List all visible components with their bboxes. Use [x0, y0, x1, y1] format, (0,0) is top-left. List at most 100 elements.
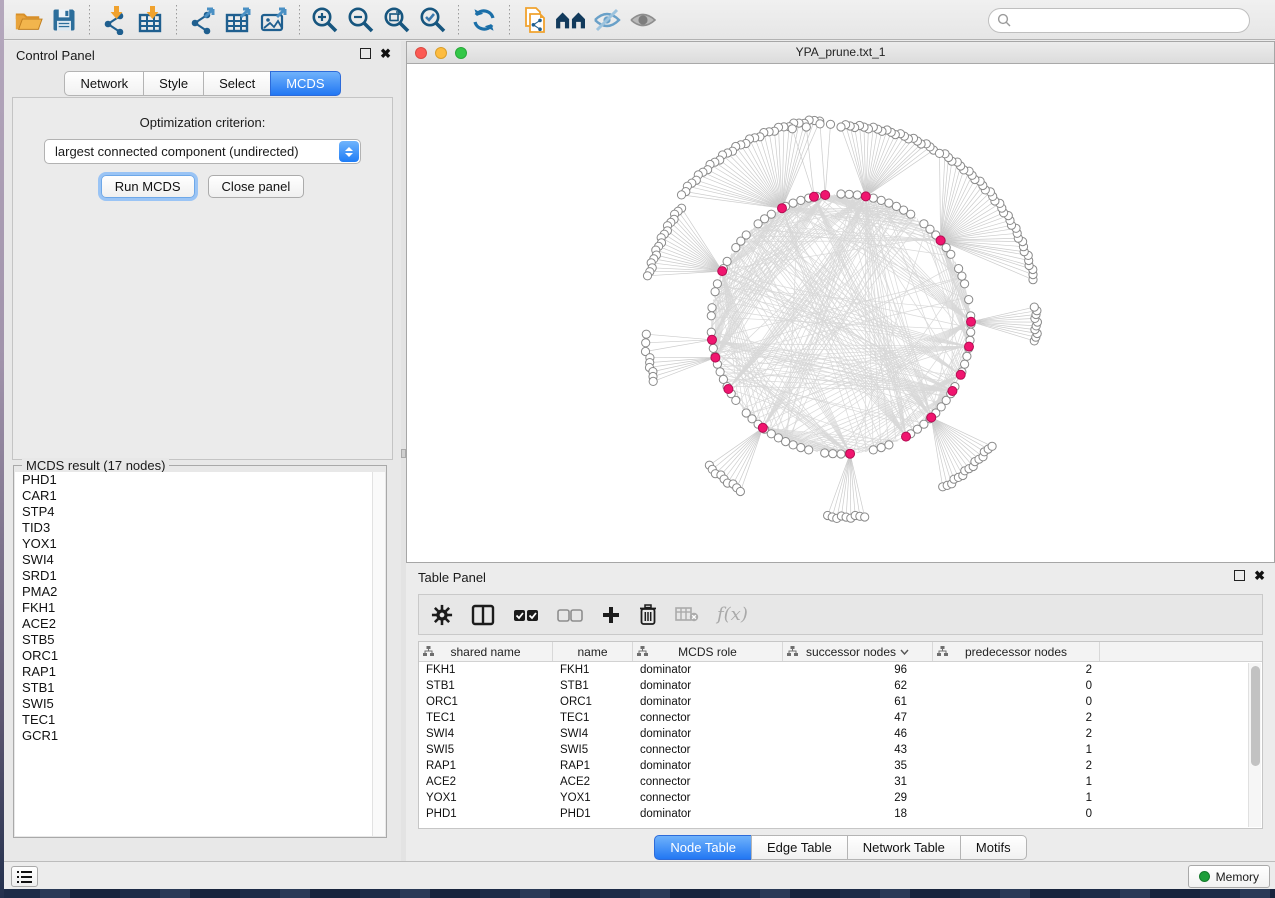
- deselect-all-icon[interactable]: [557, 607, 583, 623]
- mcds-result-item[interactable]: STB1: [15, 680, 372, 696]
- import-network-icon[interactable]: [98, 4, 132, 36]
- mcds-result-item[interactable]: YOX1: [15, 536, 372, 552]
- optimization-criterion-label: Optimization criterion:: [13, 115, 392, 130]
- add-icon[interactable]: [601, 605, 621, 625]
- cell-successor-nodes: 29: [783, 790, 933, 806]
- run-mcds-button[interactable]: Run MCDS: [101, 175, 195, 198]
- mcds-result-item[interactable]: STB5: [15, 632, 372, 648]
- close-panel-button[interactable]: Close panel: [208, 175, 305, 198]
- memory-status-icon: [1199, 871, 1210, 882]
- zoom-selected-icon[interactable]: [416, 4, 450, 36]
- mcds-list-scrollbar[interactable]: [372, 472, 385, 836]
- close-panel-icon[interactable]: ✖: [380, 48, 391, 59]
- tab-motifs[interactable]: Motifs: [960, 835, 1027, 860]
- table-row[interactable]: RAP1RAP1dominator352: [419, 758, 1262, 774]
- table-row[interactable]: FKH1FKH1dominator962: [419, 662, 1262, 678]
- cell-shared-name: SWI4: [419, 726, 553, 742]
- tab-mcds[interactable]: MCDS: [270, 71, 340, 96]
- column-header-successor-nodes[interactable]: successor nodes: [783, 642, 933, 661]
- tab-style[interactable]: Style: [143, 71, 204, 96]
- zoom-in-icon[interactable]: [308, 4, 342, 36]
- save-icon[interactable]: [47, 4, 81, 36]
- table-row[interactable]: YOX1YOX1connector291: [419, 790, 1262, 806]
- close-panel-icon[interactable]: ✖: [1254, 570, 1265, 581]
- tab-edge-table[interactable]: Edge Table: [751, 835, 848, 860]
- trash-icon[interactable]: [639, 604, 657, 625]
- cytoscape-window: Control Panel ✖ NetworkStyleSelectMCDS O…: [0, 0, 1275, 898]
- memory-button[interactable]: Memory: [1188, 865, 1270, 888]
- node-table: shared namenameMCDS rolesuccessor nodesp…: [418, 641, 1263, 829]
- mcds-result-item[interactable]: CAR1: [15, 488, 372, 504]
- dominator-node: [708, 335, 717, 344]
- zoom-out-icon[interactable]: [344, 4, 378, 36]
- cell-predecessor-nodes: 1: [933, 742, 1100, 758]
- cell-predecessor-nodes: 0: [933, 694, 1100, 710]
- maximize-window-icon[interactable]: [455, 47, 467, 59]
- mcds-result-item[interactable]: PHD1: [15, 472, 372, 488]
- control-panel: Control Panel ✖ NetworkStyleSelectMCDS O…: [4, 41, 401, 861]
- mcds-result-item[interactable]: SWI4: [15, 552, 372, 568]
- cell-MCDS-role: dominator: [633, 758, 783, 774]
- mcds-result-item[interactable]: GCR1: [15, 728, 372, 744]
- first-neighbors-icon[interactable]: [554, 4, 588, 36]
- refresh-icon[interactable]: [467, 4, 501, 36]
- mcds-result-item[interactable]: STP4: [15, 504, 372, 520]
- copy-network-icon[interactable]: [518, 4, 552, 36]
- table-row[interactable]: TEC1TEC1connector472: [419, 710, 1262, 726]
- table-row[interactable]: SWI5SWI5connector431: [419, 742, 1262, 758]
- mcds-result-item[interactable]: TEC1: [15, 712, 372, 728]
- mcds-result-item[interactable]: ORC1: [15, 648, 372, 664]
- mcds-result-item[interactable]: TID3: [15, 520, 372, 536]
- zoom-fit-icon[interactable]: [380, 4, 414, 36]
- search-input[interactable]: [988, 8, 1250, 33]
- mcds-result-item[interactable]: SRD1: [15, 568, 372, 584]
- import-table-icon[interactable]: [134, 4, 168, 36]
- export-network-icon[interactable]: [185, 4, 219, 36]
- tab-network[interactable]: Network: [64, 71, 144, 96]
- float-window-icon[interactable]: [1234, 570, 1245, 581]
- cell-MCDS-role: dominator: [633, 694, 783, 710]
- network-window-titlebar: YPA_prune.txt_1: [407, 42, 1274, 64]
- columns-icon[interactable]: [471, 604, 495, 626]
- export-table-icon[interactable]: [221, 4, 255, 36]
- mcds-result-item[interactable]: FKH1: [15, 600, 372, 616]
- select-all-icon[interactable]: [513, 607, 539, 623]
- gear-icon[interactable]: [431, 604, 453, 626]
- hide-selected-icon[interactable]: [590, 4, 624, 36]
- column-header-name[interactable]: name: [553, 642, 633, 661]
- table-row[interactable]: SWI4SWI4dominator462: [419, 726, 1262, 742]
- mcds-result-item[interactable]: PMA2: [15, 584, 372, 600]
- show-panels-button[interactable]: [11, 866, 38, 887]
- dominator-node: [948, 387, 957, 396]
- show-all-icon[interactable]: [626, 4, 660, 36]
- cell-shared-name: ORC1: [419, 694, 553, 710]
- minimize-window-icon[interactable]: [435, 47, 447, 59]
- table-row[interactable]: ORC1ORC1dominator610: [419, 694, 1262, 710]
- cell-predecessor-nodes: 1: [933, 774, 1100, 790]
- control-panel-titlebar: Control Panel ✖: [4, 41, 401, 68]
- dominator-node: [718, 267, 727, 276]
- mcds-result-item[interactable]: ACE2: [15, 616, 372, 632]
- dominator-node: [936, 236, 945, 245]
- mcds-result-item[interactable]: RAP1: [15, 664, 372, 680]
- table-scrollbar[interactable]: [1248, 663, 1261, 827]
- network-graph-canvas[interactable]: [407, 64, 1274, 562]
- float-window-icon[interactable]: [360, 48, 371, 59]
- desktop-wallpaper-left: [0, 0, 4, 898]
- tab-select[interactable]: Select: [203, 71, 271, 96]
- dominator-node: [711, 353, 720, 362]
- export-image-icon[interactable]: [257, 4, 291, 36]
- tab-node-table[interactable]: Node Table: [654, 835, 752, 860]
- close-window-icon[interactable]: [415, 47, 427, 59]
- optimization-criterion-dropdown[interactable]: largest connected component (undirected): [44, 139, 361, 164]
- mcds-result-item[interactable]: SWI5: [15, 696, 372, 712]
- table-row[interactable]: ACE2ACE2connector311: [419, 774, 1262, 790]
- tab-network-table[interactable]: Network Table: [847, 835, 961, 860]
- column-header-MCDS-role[interactable]: MCDS role: [633, 642, 783, 661]
- open-file-icon[interactable]: [11, 4, 45, 36]
- column-header-predecessor-nodes[interactable]: predecessor nodes: [933, 642, 1100, 661]
- cell-successor-nodes: 62: [783, 678, 933, 694]
- column-header-shared-name[interactable]: shared name: [419, 642, 553, 661]
- table-row[interactable]: PHD1PHD1dominator180: [419, 806, 1262, 822]
- table-row[interactable]: STB1STB1dominator620: [419, 678, 1262, 694]
